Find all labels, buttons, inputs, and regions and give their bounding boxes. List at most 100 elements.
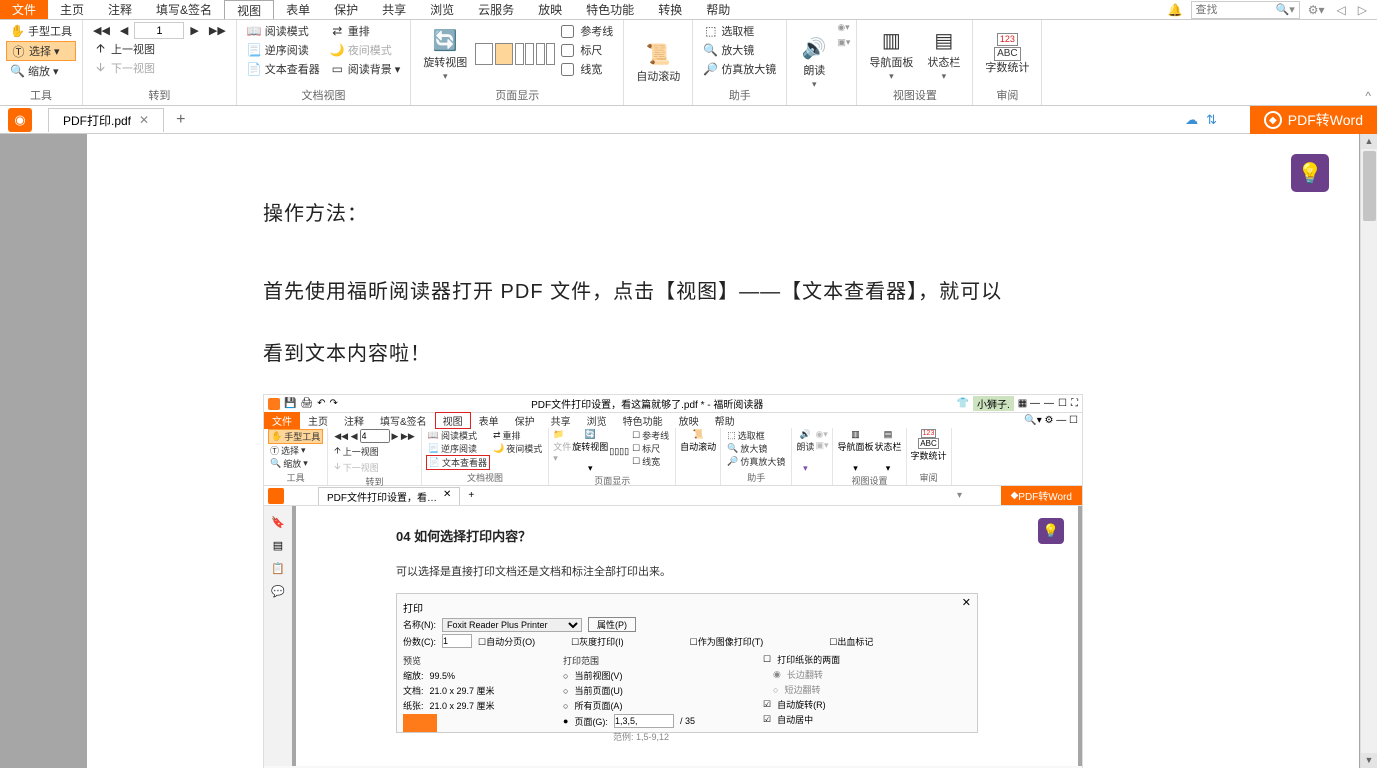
menu-convert[interactable]: 转换: [646, 0, 694, 19]
menu-browse[interactable]: 浏览: [418, 0, 466, 19]
text-viewer[interactable]: 📄文本查看器: [243, 60, 324, 78]
layout1-icon[interactable]: [475, 43, 493, 65]
menu-protect[interactable]: 保护: [322, 0, 370, 19]
document-area: 💡 操作方法： 首先使用福昕阅读器打开 PDF 文件，点击【视图】——【文本查看…: [0, 134, 1377, 768]
emb-doc-area: 🔖 ▤ 📋 💬 💡 04 如何选择打印内容？ 可以选择是直接打印文档还是文档和标…: [264, 506, 1082, 766]
word-count[interactable]: 123 ABC 字数统计: [979, 22, 1035, 86]
pdf-to-word-button[interactable]: ◆ PDF转Word: [1250, 106, 1377, 134]
first-page[interactable]: ◀◀: [89, 23, 114, 38]
menu-view[interactable]: 视图: [224, 0, 274, 19]
emb-bookmark-icon: 🔖: [271, 516, 285, 529]
speaker-icon: 🔊: [799, 34, 829, 64]
cursor-icon: Ⓣ: [11, 44, 26, 59]
sync-icon[interactable]: ⇅: [1206, 112, 1217, 128]
group-label-assist: 助手: [699, 86, 780, 103]
fake-magnifier[interactable]: 🔎仿真放大镜: [699, 60, 780, 78]
rotate-view[interactable]: 🔄旋转视图▾: [417, 22, 473, 86]
ribbon-group-goto: ◀◀ ◀ ▶ ▶▶ 🡩上一视图 🡫下一视图 转到: [83, 20, 237, 105]
collapse-ribbon-icon[interactable]: ^: [1365, 89, 1371, 103]
bg-icon: ▭: [330, 62, 345, 77]
wc-badge: 123: [997, 33, 1018, 46]
auto-scroll[interactable]: 📜自动滚动: [630, 22, 686, 102]
search-icon[interactable]: 🔍▾: [1272, 3, 1299, 16]
night-mode[interactable]: 🌙夜间模式: [326, 41, 405, 59]
reverse-icon: 📃: [247, 43, 262, 58]
ruler-check[interactable]: 标尺: [557, 41, 617, 59]
menu-fillsign[interactable]: 填写&签名: [144, 0, 224, 19]
settings-icon[interactable]: ⚙▾: [1304, 3, 1329, 17]
cloud-icon[interactable]: ☁: [1185, 112, 1198, 128]
linewidth-check[interactable]: 线宽: [557, 60, 617, 78]
panel-icon: ▥: [876, 26, 906, 56]
menu-help[interactable]: 帮助: [694, 0, 742, 19]
reflow[interactable]: ⇄重排: [326, 22, 405, 40]
emb-qat-undo: ↶: [317, 398, 325, 409]
chevron-right-icon[interactable]: ▷: [1354, 3, 1371, 17]
menu-share[interactable]: 共享: [370, 0, 418, 19]
emb-max-icon: ☐: [1058, 398, 1067, 409]
scroll-thumb[interactable]: [1363, 151, 1376, 221]
nav-panel[interactable]: ▥导航面板▾: [863, 22, 919, 86]
group-label-viewset: 视图设置: [863, 86, 966, 103]
emb-sidebar: 🔖 ▤ 📋 💬: [264, 506, 292, 766]
search-box[interactable]: 🔍▾: [1191, 1, 1300, 19]
home-icon[interactable]: ◉: [8, 108, 32, 132]
page-number-input[interactable]: [134, 22, 184, 39]
emb-print-close-icon: ✕: [962, 596, 971, 609]
menu-slideshow[interactable]: 放映: [526, 0, 574, 19]
emb-preview-thumb: [403, 714, 437, 732]
vertical-scrollbar[interactable]: ▲ ▼: [1360, 134, 1377, 768]
zoom-icon: 🔍: [10, 64, 25, 79]
layout2-icon[interactable]: [495, 43, 513, 65]
select-tool[interactable]: Ⓣ选择 ▾: [6, 41, 76, 61]
menu-form[interactable]: 表单: [274, 0, 322, 19]
menu-cloud[interactable]: 云服务: [466, 0, 526, 19]
prev-page[interactable]: ◀: [116, 23, 132, 38]
next-page[interactable]: ▶: [186, 23, 202, 38]
zoom-tool[interactable]: 🔍缩放 ▾: [6, 62, 76, 80]
close-tab-icon[interactable]: ✕: [139, 113, 149, 127]
menu-annotate[interactable]: 注释: [96, 0, 144, 19]
hand-tool[interactable]: ✋手型工具: [6, 22, 76, 40]
emb-menubar: 文件 主页 注释 填写&签名 视图 表单 保护 共享 浏览 特色功能 放映 帮助…: [264, 412, 1082, 428]
read-mode[interactable]: 📖阅读模式: [243, 22, 324, 40]
menu-home[interactable]: 主页: [48, 0, 96, 19]
notify-icon[interactable]: 🔔: [1164, 3, 1187, 17]
read-aloud[interactable]: 🔊朗读▾: [793, 22, 835, 102]
document-tab[interactable]: PDF打印.pdf ✕: [48, 108, 164, 132]
add-tab-button[interactable]: +: [164, 111, 197, 129]
group-label-tools: 工具: [6, 86, 76, 103]
group-label-review: 审阅: [979, 86, 1035, 103]
chevron-left-icon[interactable]: ◁: [1333, 3, 1350, 17]
magnifier[interactable]: 🔍放大镜: [699, 41, 780, 59]
ribbon-group-docview: 📖阅读模式 📃逆序阅读 📄文本查看器 ⇄重排 🌙夜间模式 ▭阅读背景 ▾ 文档视…: [237, 20, 412, 105]
menu-features[interactable]: 特色功能: [574, 0, 646, 19]
tab-strip: ◉ PDF打印.pdf ✕ + ☁ ⇅ ◆ PDF转Word: [0, 106, 1377, 134]
read-opt2-icon[interactable]: ▣▾: [837, 37, 850, 48]
scroll-up-icon[interactable]: ▲: [1361, 134, 1377, 149]
emb-pdf-page: 💡 04 如何选择打印内容？ 可以选择是直接打印文档还是文档和标注全部打印出来。…: [296, 506, 1078, 766]
emb-page-text: 可以选择是直接打印文档还是文档和标注全部打印出来。: [396, 563, 978, 579]
ribbon-group-assist: ⬚选取框 🔍放大镜 🔎仿真放大镜 助手: [693, 20, 787, 105]
prev-view[interactable]: 🡩上一视图: [89, 40, 230, 58]
moon-icon: 🌙: [330, 43, 345, 58]
select-frame[interactable]: ⬚选取框: [699, 22, 780, 40]
reading-bg[interactable]: ▭阅读背景 ▾: [326, 60, 405, 78]
reverse-read[interactable]: 📃逆序阅读: [243, 41, 324, 59]
menu-file[interactable]: 文件: [0, 0, 48, 19]
emb-hand: ✋手型工具: [268, 429, 323, 444]
last-page[interactable]: ▶▶: [205, 23, 230, 38]
emb-skin-icon: 👕: [957, 398, 969, 409]
text-icon: 📄: [247, 62, 262, 77]
group-label-docview: 文档视图: [243, 86, 405, 103]
ribbon: ✋手型工具 Ⓣ选择 ▾ 🔍缩放 ▾ 工具 ◀◀ ◀ ▶ ▶▶ 🡩上一视图 🡫下一…: [0, 20, 1377, 106]
tip-bulb-icon[interactable]: 💡: [1291, 154, 1329, 192]
status-bar[interactable]: ▤状态栏▾: [921, 22, 966, 86]
search-input[interactable]: [1192, 4, 1272, 16]
scroll-down-icon[interactable]: ▼: [1361, 753, 1377, 768]
layout3-icon[interactable]: [515, 43, 534, 65]
read-opt1-icon[interactable]: ◉▾: [837, 22, 850, 33]
layout4-icon[interactable]: [536, 43, 555, 65]
next-view[interactable]: 🡫下一视图: [89, 59, 230, 77]
guides-check[interactable]: 参考线: [557, 22, 617, 40]
